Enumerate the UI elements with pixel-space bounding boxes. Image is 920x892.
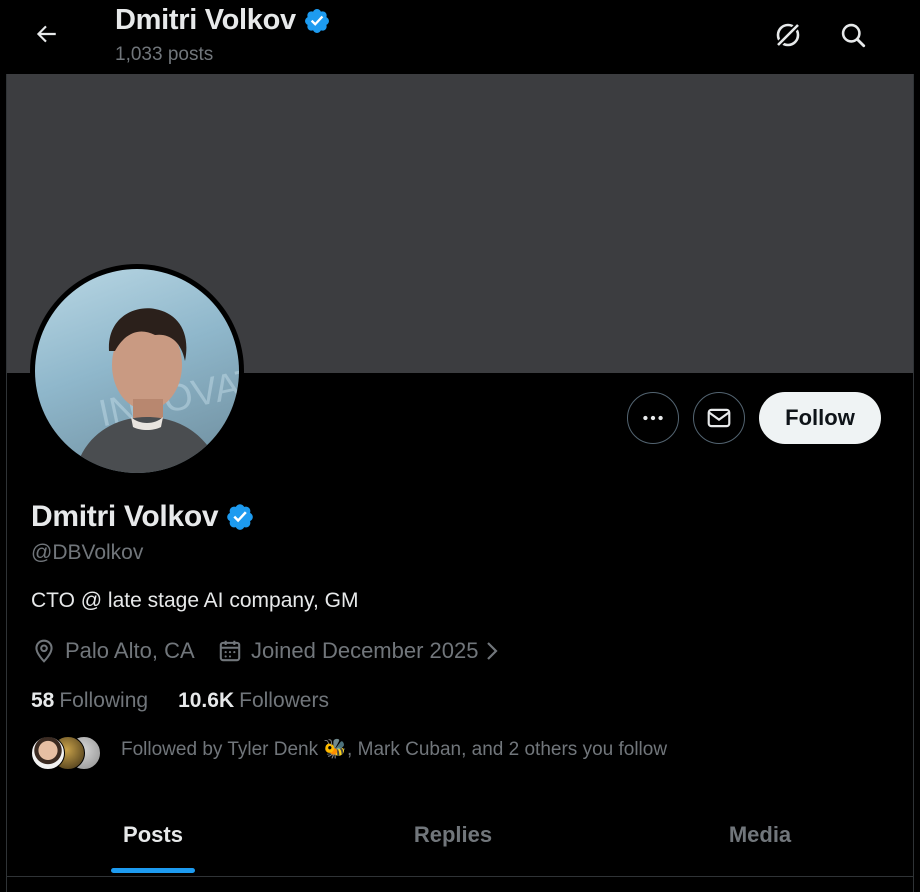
header-title: Dmitri Volkov — [115, 4, 331, 37]
more-icon — [643, 415, 663, 421]
joined-text: Joined December 2025 — [251, 638, 479, 663]
location-icon — [35, 639, 53, 663]
avatar[interactable]: INNOVAT — [30, 264, 244, 478]
active-tab-indicator — [111, 868, 195, 873]
avatar-photo: INNOVAT — [35, 269, 239, 473]
mail-icon — [707, 408, 731, 428]
message-button[interactable] — [693, 392, 745, 444]
tab-posts[interactable]: Posts — [7, 800, 299, 876]
top-header: Dmitri Volkov 1,033 posts — [0, 0, 920, 74]
location-item: Palo Alto, CA — [31, 638, 195, 664]
profile-name-row: Dmitri Volkov — [31, 500, 255, 534]
follower-avatar — [31, 736, 65, 770]
calendar-icon — [219, 640, 241, 662]
profile-tabs: Posts Replies Media — [7, 800, 913, 876]
grok-icon[interactable] — [768, 15, 808, 55]
followers-count: 10.6K — [178, 689, 235, 712]
joined-item[interactable]: Joined December 2025 — [217, 638, 502, 664]
search-icon[interactable] — [833, 15, 873, 55]
follow-stats: 58 Following 10.6K Followers — [31, 689, 359, 713]
verified-icon[interactable] — [225, 502, 255, 532]
tab-replies[interactable]: Replies — [299, 800, 607, 876]
chevron-right-icon — [487, 642, 499, 660]
post-count: 1,033 posts — [115, 44, 214, 65]
tabs-divider — [7, 876, 913, 877]
back-arrow-icon[interactable] — [28, 16, 64, 52]
following-label: Following — [59, 689, 149, 712]
profile-bio: CTO @ late stage AI company, GM — [31, 589, 359, 612]
header-name: Dmitri Volkov — [115, 4, 296, 36]
follow-button[interactable]: Follow — [759, 392, 881, 444]
followers-label: Followers — [239, 689, 329, 712]
verified-icon — [304, 8, 329, 33]
tab-media[interactable]: Media — [607, 800, 913, 876]
profile-name: Dmitri Volkov — [31, 500, 219, 533]
location-text: Palo Alto, CA — [65, 638, 195, 663]
followed-by-avatars[interactable] — [31, 736, 103, 770]
followed-by-text[interactable]: Followed by Tyler Denk 🐝, Mark Cuban, an… — [121, 737, 667, 761]
profile-handle: @DBVolkov — [31, 541, 144, 564]
following-count: 58 — [31, 689, 55, 712]
more-options-button[interactable] — [627, 392, 679, 444]
following-link[interactable]: 58 Following — [31, 689, 148, 713]
followers-link[interactable]: 10.6K Followers — [178, 689, 329, 713]
